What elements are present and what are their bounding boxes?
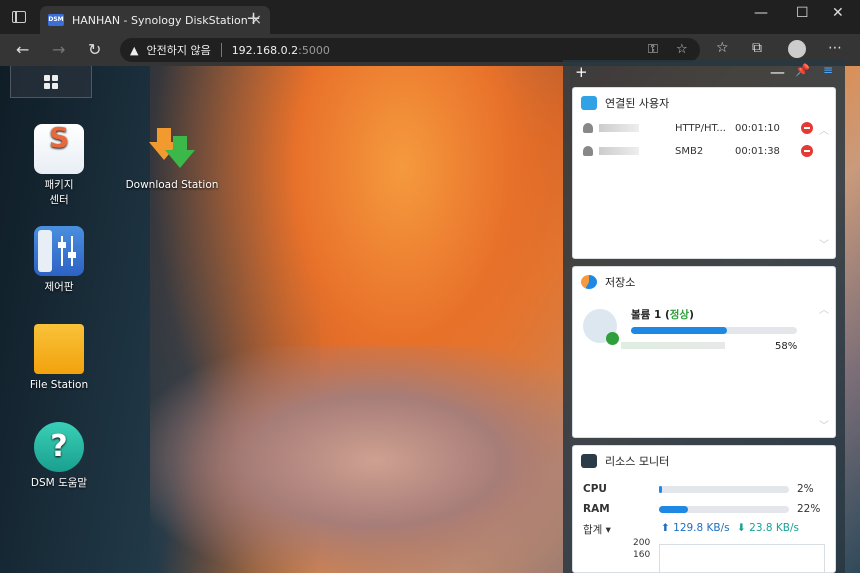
dsm-help-icon: ?	[34, 422, 84, 472]
storage-usage-percent: 58%	[775, 341, 798, 352]
security-label: 안전하지 않음	[146, 44, 211, 57]
collections-icon[interactable]: ⧉	[752, 40, 762, 56]
chart-tick: 160	[633, 550, 651, 560]
usage-detail-redacted	[621, 342, 725, 349]
minimize-panel-icon[interactable]: —	[770, 63, 785, 81]
cpu-percent: 2%	[797, 483, 814, 495]
storage-usage-fill	[631, 327, 728, 334]
maximize-icon[interactable]: ☐	[796, 5, 809, 21]
disconnect-user-button[interactable]	[801, 122, 813, 134]
icon-label: 제어판	[44, 281, 74, 293]
download-value: 23.8 KB/s	[749, 522, 799, 534]
cpu-bar	[659, 486, 789, 493]
main-menu-button[interactable]	[10, 66, 92, 98]
minimize-icon[interactable]: —	[754, 5, 768, 21]
warning-icon: ▲	[130, 43, 139, 57]
more-icon[interactable]: ⋯	[828, 40, 842, 56]
icon-label: File Station	[29, 379, 89, 391]
total-dropdown[interactable]: 합계 ▾	[583, 522, 611, 537]
disconnect-user-button[interactable]	[801, 145, 813, 157]
desktop-icon-package-center[interactable]: 패키지 센터	[9, 124, 109, 208]
desktop-icon-control-panel[interactable]: 제어판	[9, 226, 109, 295]
tab-title: HANHAN - Synology DiskStation	[72, 13, 248, 27]
widget-title: 리소스 모니터	[605, 455, 670, 468]
ram-fill	[659, 506, 688, 513]
control-panel-icon	[34, 226, 84, 276]
ram-bar	[659, 506, 789, 513]
dsm-favicon-icon: DSM	[48, 14, 64, 26]
download-station-icon	[147, 124, 197, 174]
icon-label: 센터	[49, 194, 69, 206]
upload-value: 129.8 KB/s	[673, 522, 730, 534]
user-row: SMB2 00:01:38	[583, 141, 793, 161]
user-name-redacted	[599, 147, 639, 155]
widget-storage: 저장소 볼륨 1 (정상) 58% ︿ ﹀	[572, 266, 836, 438]
tab-actions-icon[interactable]	[12, 11, 26, 23]
total-label: 합계	[583, 524, 603, 536]
scroll-up-icon[interactable]: ︿	[819, 122, 829, 137]
volume-status: 정상	[669, 309, 690, 321]
package-center-icon	[34, 124, 84, 174]
widget-connected-users: 연결된 사용자 HTTP/HT... 00:01:10 SMB2 00:01:3…	[572, 87, 836, 259]
file-station-icon	[34, 324, 84, 374]
browser-tab-strip: DSM HANHAN - Synology DiskStation × + — …	[0, 0, 860, 34]
upload-rate: ⬆ 129.8 KB/s	[661, 522, 730, 534]
users-icon	[581, 96, 597, 110]
cpu-label: CPU	[583, 483, 607, 495]
volume-name: 볼륨 1	[631, 309, 662, 321]
desktop-icon-dsm-help[interactable]: ? DSM 도움말	[9, 422, 109, 491]
scroll-up-icon[interactable]: ︿	[819, 301, 829, 316]
user-protocol: SMB2	[675, 145, 704, 157]
favorite-icon[interactable]: ☆	[676, 42, 688, 57]
user-protocol: HTTP/HT...	[675, 122, 726, 134]
desktop-icon-file-station[interactable]: File Station	[9, 324, 109, 393]
widget-title: 저장소	[605, 276, 636, 289]
address-port: :5000	[298, 43, 330, 57]
favorites-icon[interactable]: ☆	[716, 40, 729, 56]
user-name-redacted	[599, 124, 639, 132]
user-icon	[583, 146, 593, 156]
network-chart	[659, 544, 825, 572]
browser-tab[interactable]: DSM HANHAN - Synology DiskStation ×	[40, 6, 270, 34]
resource-monitor-icon	[581, 454, 597, 468]
widget-title: 연결된 사용자	[605, 97, 670, 110]
key-icon[interactable]: ⚿	[648, 42, 658, 57]
download-rate: ⬇ 23.8 KB/s	[737, 522, 799, 534]
scroll-down-icon[interactable]: ﹀	[819, 417, 829, 432]
widget-panel-toolbar: + — 📌 ≡	[563, 60, 845, 85]
cpu-fill	[659, 486, 662, 493]
volume-icon	[583, 309, 619, 345]
new-tab-icon[interactable]: +	[246, 8, 261, 29]
profile-avatar[interactable]	[788, 40, 806, 58]
widget-settings-icon[interactable]: ≡	[823, 63, 833, 77]
chart-tick: 200	[633, 538, 651, 548]
storage-icon	[581, 275, 597, 289]
icon-label: 패키지	[44, 179, 74, 191]
add-widget-icon[interactable]: +	[575, 63, 588, 81]
user-time: 00:01:10	[735, 122, 780, 134]
icon-label: DSM 도움말	[30, 477, 88, 489]
icon-label: Download Station	[125, 179, 219, 191]
scroll-down-icon[interactable]: ﹀	[819, 236, 829, 251]
user-icon	[583, 123, 593, 133]
ram-label: RAM	[583, 503, 610, 515]
storage-usage-bar	[631, 327, 797, 334]
forward-icon[interactable]: →	[52, 40, 65, 59]
address-bar[interactable]: ▲ 안전하지 않음 192.168.0.2 :5000 ⚿ ☆	[120, 38, 700, 62]
user-time: 00:01:38	[735, 145, 780, 157]
pin-icon[interactable]: 📌	[795, 63, 810, 77]
desktop-icon-download-station[interactable]: Download Station	[122, 124, 222, 193]
grid-icon	[44, 74, 58, 89]
status-ok-icon	[606, 332, 619, 345]
widget-panel: + — 📌 ≡ 연결된 사용자 HTTP/HT... 00:01:10 SMB2…	[563, 60, 845, 573]
ram-percent: 22%	[797, 503, 821, 515]
widget-resource-monitor: 리소스 모니터 CPU 2% RAM 22% 합계 ▾ ⬆ 129.8 KB/s…	[572, 445, 836, 573]
user-row: HTTP/HT... 00:01:10	[583, 118, 793, 138]
back-icon[interactable]: ←	[16, 40, 29, 59]
reload-icon[interactable]: ↻	[88, 40, 101, 59]
close-window-icon[interactable]: ✕	[832, 5, 844, 21]
address-host: 192.168.0.2	[231, 43, 299, 57]
